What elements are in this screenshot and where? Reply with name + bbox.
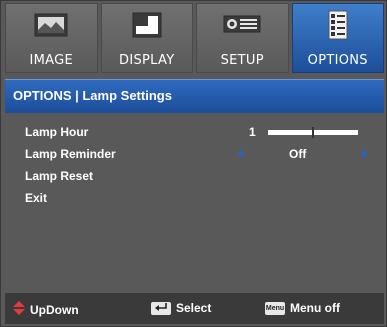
updown-label: UpDown [30, 302, 79, 317]
lamp-hour-label: Lamp Hour [25, 125, 89, 139]
menu-off-label: Menu off [290, 301, 340, 315]
lamp-reminder-label: Lamp Reminder [25, 147, 116, 161]
lamp-reminder-value: Off [289, 147, 307, 161]
projector-osd-menu: IMAGE DISPLAY SETUP OPTIONS OPTIONS | La… [0, 0, 387, 327]
tab-image[interactable]: IMAGE [5, 3, 98, 73]
setup-icon [221, 8, 263, 42]
lamp-reset-label: Lamp Reset [25, 169, 94, 183]
options-icon [317, 8, 359, 42]
select-hint: Select [151, 301, 211, 315]
menu-key-icon: Menu [265, 301, 285, 315]
slider-knob[interactable] [312, 127, 314, 138]
tab-options[interactable]: OPTIONS [291, 3, 384, 73]
lamp-hour-row[interactable]: Lamp Hour 1 [5, 121, 384, 143]
lamp-reminder-row[interactable]: Lamp Reminder Off [5, 143, 384, 165]
tab-bar: IMAGE DISPLAY SETUP OPTIONS [5, 3, 384, 73]
image-icon [30, 8, 72, 42]
display-icon [126, 8, 168, 42]
lamp-hour-value: 1 [249, 125, 256, 139]
menu-off-hint: Menu Menu off [265, 301, 340, 315]
exit-label: Exit [25, 191, 48, 205]
tab-display[interactable]: DISPLAY [100, 3, 193, 73]
lamp-hour-slider[interactable] [268, 127, 358, 138]
tab-setup[interactable]: SETUP [196, 3, 289, 73]
arrow-left-icon[interactable] [237, 149, 243, 159]
select-label: Select [176, 301, 212, 315]
page-title: OPTIONS | Lamp Settings [5, 79, 384, 113]
updown-arrows-icon [13, 301, 25, 318]
enter-key-icon [151, 301, 171, 315]
lamp-reset-row[interactable]: Lamp Reset [5, 165, 384, 187]
footer-hint-bar: UpDown Select Menu Menu off [5, 293, 384, 324]
updown-hint: UpDown [13, 301, 79, 318]
exit-row[interactable]: Exit [5, 187, 384, 209]
arrow-right-icon[interactable] [362, 149, 368, 159]
lamp-settings-menu: Lamp Hour 1 Lamp Reminder Off Lamp Reset… [5, 117, 384, 289]
